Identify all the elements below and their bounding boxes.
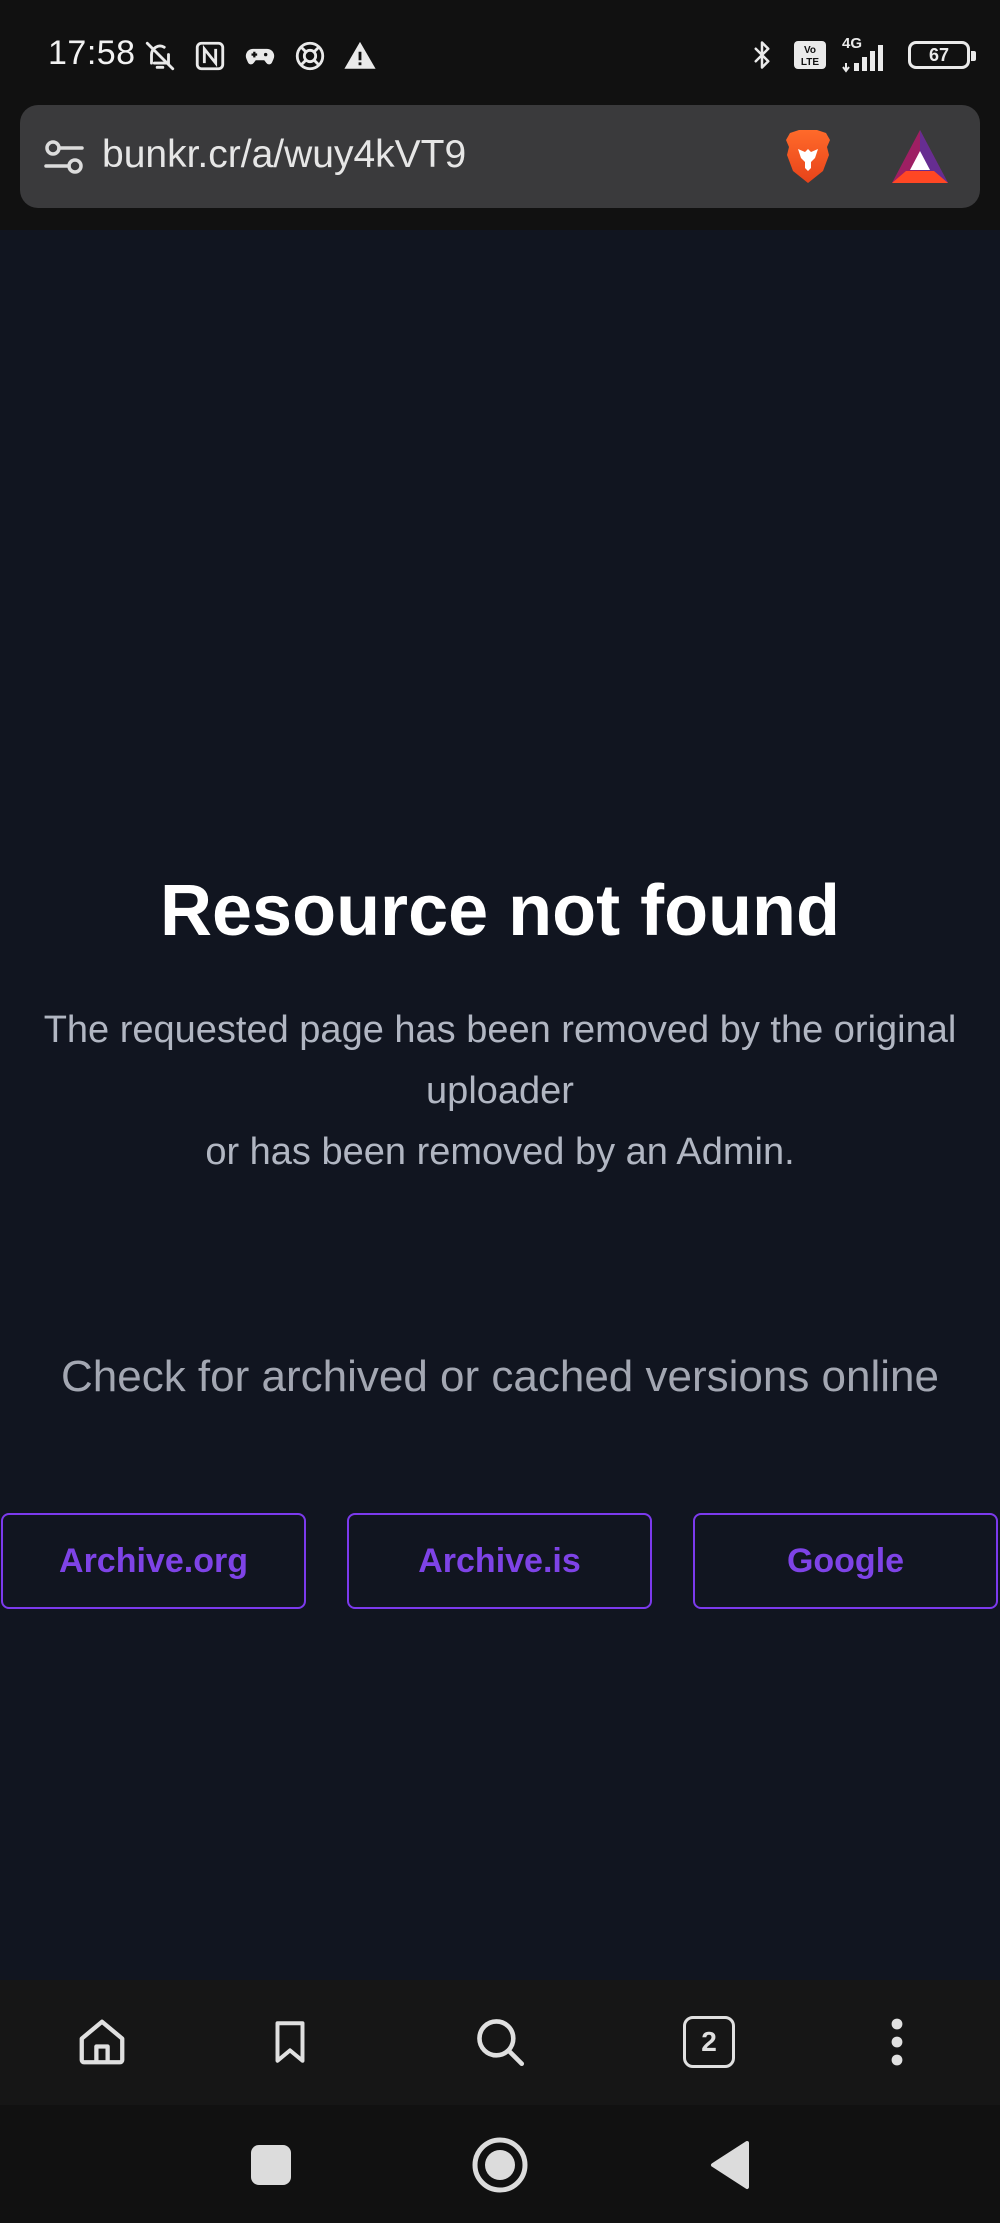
- warning-icon: [342, 38, 378, 74]
- browser-toolbar: 2: [0, 1980, 1000, 2105]
- volte-icon: Vo LTE: [792, 37, 828, 73]
- status-time: 17:58: [48, 34, 136, 72]
- battery-icon: 67: [908, 41, 976, 69]
- svg-text:Vo: Vo: [804, 45, 816, 56]
- archive-hint: Check for archived or cached versions on…: [60, 1352, 939, 1401]
- svg-text:LTE: LTE: [801, 57, 819, 68]
- network-type-label: 4G: [842, 35, 863, 52]
- nfc-icon: [192, 38, 228, 74]
- system-navigation-bar: [0, 2105, 1000, 2223]
- bookmark-icon[interactable]: [258, 2010, 322, 2074]
- home-nav-icon[interactable]: [470, 2135, 530, 2195]
- page-content: Resource not found The requested page ha…: [0, 230, 1000, 1980]
- page-title: Resource not found: [160, 871, 840, 951]
- search-icon[interactable]: [468, 2010, 532, 2074]
- status-system-icons: Vo LTE 4G 67: [744, 34, 976, 76]
- tabs-icon: 2: [683, 2016, 735, 2068]
- bell-off-icon: [142, 38, 178, 74]
- brave-rewards-icon[interactable]: [888, 127, 952, 187]
- error-message-line-1: The requested page has been removed by t…: [43, 1009, 957, 1112]
- brave-shields-icon[interactable]: [776, 125, 840, 189]
- archive-buttons: Archive.org Archive.is Google: [0, 1513, 1000, 1609]
- archive-is-button[interactable]: Archive.is: [347, 1513, 652, 1609]
- status-notification-icons: [142, 36, 378, 76]
- lifebuoy-icon: [292, 38, 328, 74]
- signal-icon: 4G: [840, 35, 896, 73]
- home-icon[interactable]: [70, 2010, 134, 2074]
- google-cache-button[interactable]: Google: [693, 1513, 998, 1609]
- error-message: The requested page has been removed by t…: [0, 1000, 1000, 1183]
- tab-count: 2: [701, 2026, 717, 2057]
- game-controller-icon: [242, 38, 278, 74]
- recents-icon[interactable]: [241, 2135, 301, 2195]
- bluetooth-icon: [744, 37, 780, 73]
- status-bar: 17:58 Vo LTE 4G 67: [0, 0, 1000, 105]
- back-icon[interactable]: [700, 2135, 760, 2195]
- archive-org-button[interactable]: Archive.org: [1, 1513, 306, 1609]
- error-message-line-2: or has been removed by an Admin.: [205, 1131, 795, 1173]
- url-text[interactable]: bunkr.cr/a/wuy4kVT9: [102, 133, 466, 177]
- browser-address-area: bunkr.cr/a/wuy4kVT9: [0, 105, 1000, 230]
- more-menu-icon[interactable]: [865, 2010, 929, 2074]
- site-settings-icon[interactable]: [42, 135, 86, 179]
- address-bar[interactable]: bunkr.cr/a/wuy4kVT9: [20, 105, 980, 208]
- tabs-button[interactable]: 2: [677, 2010, 741, 2074]
